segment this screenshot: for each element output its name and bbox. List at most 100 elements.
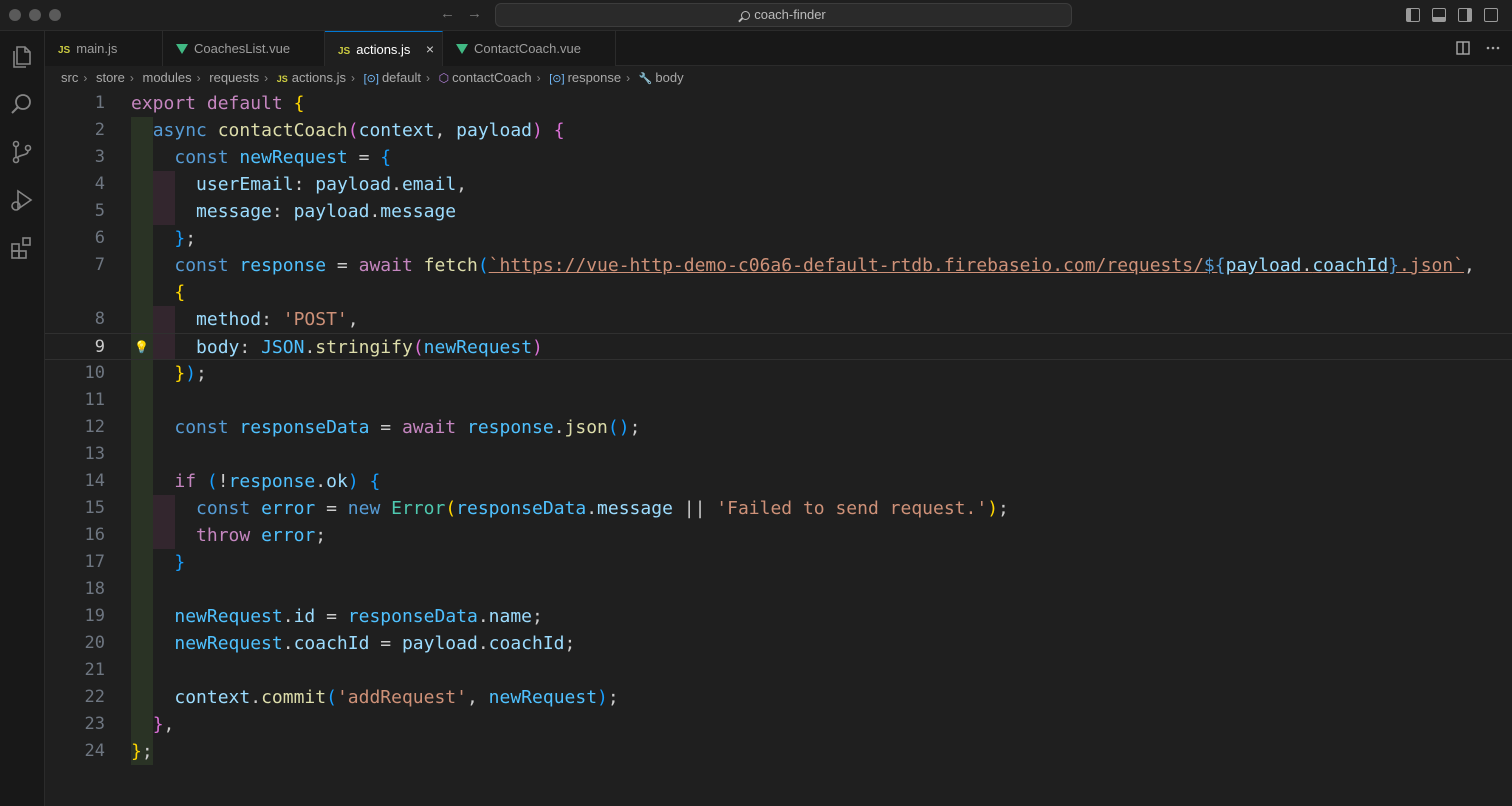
chevron-right-icon: ›	[129, 71, 134, 85]
code-line[interactable]: 14 if (!response.ok) {	[45, 468, 1512, 495]
code-text[interactable]: async contactCoach(context, payload) {	[131, 117, 565, 144]
code-line-wrapped[interactable]: {	[45, 279, 1512, 306]
code-text[interactable]: },	[131, 711, 175, 738]
code-line[interactable]: 15 const error = new Error(responseData.…	[45, 495, 1512, 522]
chevron-right-icon: ›	[83, 71, 88, 85]
breadcrumb-default[interactable]: default	[382, 70, 421, 85]
code-line[interactable]: 8 method: 'POST',	[45, 306, 1512, 333]
code-text[interactable]: body: JSON.stringify(newRequest)	[131, 334, 543, 361]
tab-label: main.js	[76, 41, 118, 56]
line-number: 9	[94, 337, 105, 357]
code-text[interactable]: context.commit('addRequest', newRequest)…	[131, 684, 618, 711]
tab-actions-js[interactable]: JS actions.js ×	[325, 31, 443, 67]
code-text[interactable]: method: 'POST',	[131, 306, 359, 333]
code-line-current[interactable]: 💡 9 body: JSON.stringify(newRequest)	[45, 333, 1512, 360]
maximize-window-button[interactable]	[49, 9, 61, 21]
line-number: 18	[84, 579, 105, 599]
back-arrow-icon[interactable]: ←	[440, 5, 455, 22]
source-control-icon[interactable]	[9, 139, 35, 165]
line-number: 7	[94, 255, 105, 275]
activity-bar	[0, 31, 45, 806]
split-editor-icon[interactable]	[1456, 41, 1470, 55]
tab-main-js[interactable]: JS main.js	[45, 31, 163, 66]
code-text[interactable]: message: payload.message	[131, 198, 456, 225]
js-file-icon: JS	[338, 46, 351, 57]
files-icon[interactable]	[9, 43, 35, 69]
code-line[interactable]: 21	[45, 657, 1512, 684]
code-line[interactable]: 5 message: payload.message	[45, 198, 1512, 225]
code-line[interactable]: 12 const responseData = await response.j…	[45, 414, 1512, 441]
code-text[interactable]: newRequest.coachId = payload.coachId;	[131, 630, 575, 657]
close-window-button[interactable]	[9, 9, 21, 21]
more-actions-icon[interactable]	[1486, 41, 1500, 55]
title-bar: ← → coach-finder	[0, 0, 1512, 31]
command-center-search[interactable]: coach-finder	[495, 3, 1072, 27]
code-text[interactable]: throw error;	[131, 522, 326, 549]
breadcrumb: src › store › modules › requests › JS actions…	[45, 66, 1512, 90]
method-icon: ⬡	[438, 71, 450, 85]
code-text[interactable]: const responseData = await response.json…	[131, 414, 640, 441]
breadcrumb-contactcoach[interactable]: contactCoach	[452, 70, 532, 85]
tab-coacheslist-vue[interactable]: CoachesList.vue	[163, 31, 325, 66]
breadcrumb-actions-js[interactable]: actions.js	[292, 70, 346, 85]
code-line[interactable]: 6 };	[45, 225, 1512, 252]
code-text[interactable]: newRequest.id = responseData.name;	[131, 603, 543, 630]
tab-contactcoach-vue[interactable]: ContactCoach.vue	[443, 31, 616, 66]
code-text[interactable]: };	[131, 225, 196, 252]
code-line[interactable]: 10 });	[45, 360, 1512, 387]
line-number: 23	[84, 714, 105, 734]
vue-file-icon	[176, 44, 188, 54]
chevron-right-icon: ›	[626, 71, 631, 85]
toggle-secondary-sidebar-icon[interactable]	[1458, 8, 1472, 22]
variable-icon: [⊙]	[363, 73, 379, 85]
code-line[interactable]: 11	[45, 387, 1512, 414]
code-text[interactable]: };	[131, 738, 153, 765]
line-number: 4	[94, 174, 105, 194]
tab-label: actions.js	[356, 42, 411, 57]
code-line[interactable]: 17 }	[45, 549, 1512, 576]
run-debug-icon[interactable]	[9, 187, 35, 213]
code-line[interactable]: 18	[45, 576, 1512, 603]
line-number: 11	[84, 390, 105, 410]
customize-layout-icon[interactable]	[1484, 8, 1498, 22]
code-line[interactable]: 24 };	[45, 738, 1512, 765]
code-editor[interactable]: 1 export default { 2 async contactCoach(…	[45, 90, 1512, 806]
code-line[interactable]: 20 newRequest.coachId = payload.coachId;	[45, 630, 1512, 657]
toggle-primary-sidebar-icon[interactable]	[1406, 8, 1420, 22]
toggle-panel-icon[interactable]	[1432, 8, 1446, 22]
extensions-icon[interactable]	[9, 235, 35, 261]
breadcrumb-modules[interactable]: modules	[143, 70, 192, 85]
code-line[interactable]: 2 async contactCoach(context, payload) {	[45, 117, 1512, 144]
breadcrumb-requests[interactable]: requests	[209, 70, 259, 85]
close-tab-icon[interactable]: ×	[426, 32, 434, 67]
minimize-window-button[interactable]	[29, 9, 41, 21]
code-line[interactable]: 1 export default {	[45, 90, 1512, 117]
code-line[interactable]: 19 newRequest.id = responseData.name;	[45, 603, 1512, 630]
search-icon[interactable]	[9, 91, 35, 117]
code-text[interactable]: const response = await fetch(`https://vu…	[131, 252, 1475, 279]
code-text[interactable]: userEmail: payload.email,	[131, 171, 467, 198]
code-line[interactable]: 23 },	[45, 711, 1512, 738]
search-icon	[741, 11, 751, 20]
line-number: 20	[84, 633, 105, 653]
line-number: 5	[94, 201, 105, 221]
code-text[interactable]: }	[131, 549, 185, 576]
breadcrumb-src[interactable]: src	[61, 70, 78, 85]
code-text[interactable]: if (!response.ok) {	[131, 468, 380, 495]
code-line[interactable]: 13	[45, 441, 1512, 468]
breadcrumb-body[interactable]: body	[655, 70, 683, 85]
breadcrumb-store[interactable]: store	[96, 70, 125, 85]
code-text[interactable]: });	[131, 360, 207, 387]
code-text[interactable]: const error = new Error(responseData.mes…	[131, 495, 1009, 522]
forward-arrow-icon[interactable]: →	[467, 5, 482, 22]
code-text[interactable]: export default {	[131, 90, 304, 117]
tab-bar: JS main.js CoachesList.vue JS actions.js × …	[45, 31, 1512, 67]
code-text[interactable]: {	[131, 279, 185, 306]
code-line[interactable]: 7 const response = await fetch(`https://…	[45, 252, 1512, 279]
code-line[interactable]: 22 context.commit('addRequest', newReque…	[45, 684, 1512, 711]
breadcrumb-response[interactable]: response	[568, 70, 621, 85]
code-line[interactable]: 16 throw error;	[45, 522, 1512, 549]
code-line[interactable]: 3 const newRequest = {	[45, 144, 1512, 171]
code-line[interactable]: 4 userEmail: payload.email,	[45, 171, 1512, 198]
code-text[interactable]: const newRequest = {	[131, 144, 391, 171]
